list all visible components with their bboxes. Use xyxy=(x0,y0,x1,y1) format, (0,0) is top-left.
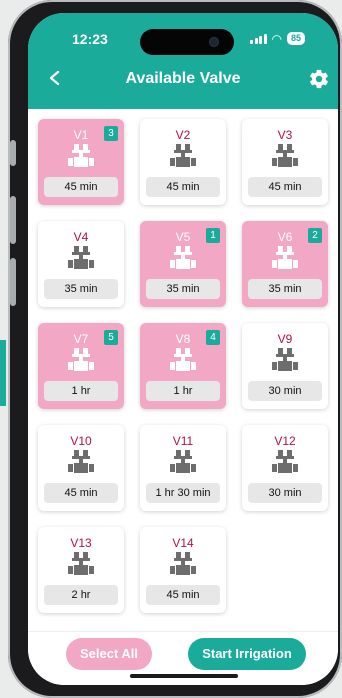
duration-badge: 45 min xyxy=(44,483,118,503)
duration-badge: 45 min xyxy=(44,177,118,197)
duration-badge: 35 min xyxy=(146,279,220,299)
duration-badge: 45 min xyxy=(146,585,220,605)
status-icons: ◠ 85 xyxy=(250,32,305,45)
signal-icon xyxy=(250,33,267,44)
order-badge: 4 xyxy=(206,330,220,345)
valve-card[interactable]: V1 3 45 min xyxy=(38,119,124,205)
valve-card[interactable]: V5 1 35 min xyxy=(140,221,226,307)
valve-icon xyxy=(170,348,196,372)
valve-card[interactable]: V7 5 1 hr xyxy=(38,323,124,409)
volume-down-button xyxy=(10,258,16,306)
valve-icon xyxy=(272,144,298,168)
battery-indicator: 85 xyxy=(286,32,305,45)
valve-label: V11 xyxy=(172,434,194,448)
duration-badge: 2 hr xyxy=(44,585,118,605)
order-badge: 3 xyxy=(104,126,118,141)
valve-icon xyxy=(170,246,196,270)
duration-badge: 35 min xyxy=(44,279,118,299)
valve-card[interactable]: V13 2 hr xyxy=(38,527,124,613)
valve-icon xyxy=(170,450,196,474)
valve-card[interactable]: V14 45 min xyxy=(140,527,226,613)
valve-card[interactable]: V4 35 min xyxy=(38,221,124,307)
valve-label: V13 xyxy=(70,536,92,550)
valve-card[interactable]: V3 45 min xyxy=(242,119,328,205)
valve-card[interactable]: V8 4 1 hr xyxy=(140,323,226,409)
duration-badge: 45 min xyxy=(248,177,322,197)
valve-label: V2 xyxy=(175,128,191,142)
valve-card[interactable]: V10 45 min xyxy=(38,425,124,511)
duration-badge: 35 min xyxy=(248,279,322,299)
valve-icon xyxy=(272,450,298,474)
valve-icon xyxy=(272,246,298,270)
valve-icon xyxy=(272,348,298,372)
valve-icon xyxy=(170,144,196,168)
valve-card[interactable]: V2 45 min xyxy=(140,119,226,205)
wifi-icon: ◠ xyxy=(271,31,282,46)
duration-badge: 45 min xyxy=(146,177,220,197)
duration-badge: 30 min xyxy=(248,483,322,503)
gear-icon xyxy=(310,69,328,89)
volume-up-button xyxy=(10,196,16,244)
phone-frame: 12:23 ◠ 85 Available Valve V1 3 45 min V… xyxy=(8,0,342,698)
valve-label: V10 xyxy=(70,434,92,448)
valve-label: V3 xyxy=(277,128,293,142)
valve-card[interactable]: V11 1 hr 30 min xyxy=(140,425,226,511)
duration-badge: 1 hr xyxy=(44,381,118,401)
mute-switch xyxy=(10,140,16,166)
valve-icon xyxy=(68,450,94,474)
valve-card[interactable]: V12 30 min xyxy=(242,425,328,511)
select-all-button[interactable]: Select All xyxy=(66,638,152,670)
app-screen: 12:23 ◠ 85 Available Valve V1 3 45 min V… xyxy=(28,13,338,685)
background-accent xyxy=(0,340,6,406)
settings-button[interactable] xyxy=(308,68,330,90)
duration-badge: 1 hr 30 min xyxy=(146,483,220,503)
valve-icon xyxy=(68,246,94,270)
home-indicator xyxy=(130,674,238,678)
valve-card[interactable]: V6 2 35 min xyxy=(242,221,328,307)
order-badge: 2 xyxy=(308,228,322,243)
valve-icon xyxy=(170,552,196,576)
order-badge: 1 xyxy=(206,228,220,243)
valve-label: V4 xyxy=(73,230,89,244)
page-title: Available Valve xyxy=(125,70,241,87)
dynamic-island xyxy=(140,29,234,55)
valve-icon xyxy=(68,144,94,168)
start-irrigation-button[interactable]: Start Irrigation xyxy=(188,638,306,670)
app-header: 12:23 ◠ 85 Available Valve xyxy=(28,13,338,109)
valve-icon xyxy=(68,348,94,372)
valve-label: V9 xyxy=(277,332,293,346)
duration-badge: 30 min xyxy=(248,381,322,401)
valve-label: V14 xyxy=(172,536,194,550)
valve-card[interactable]: V9 30 min xyxy=(242,323,328,409)
valve-icon xyxy=(68,552,94,576)
status-time: 12:23 xyxy=(72,31,108,47)
duration-badge: 1 hr xyxy=(146,381,220,401)
camera-icon xyxy=(210,38,218,46)
order-badge: 5 xyxy=(104,330,118,345)
valve-label: V12 xyxy=(274,434,296,448)
